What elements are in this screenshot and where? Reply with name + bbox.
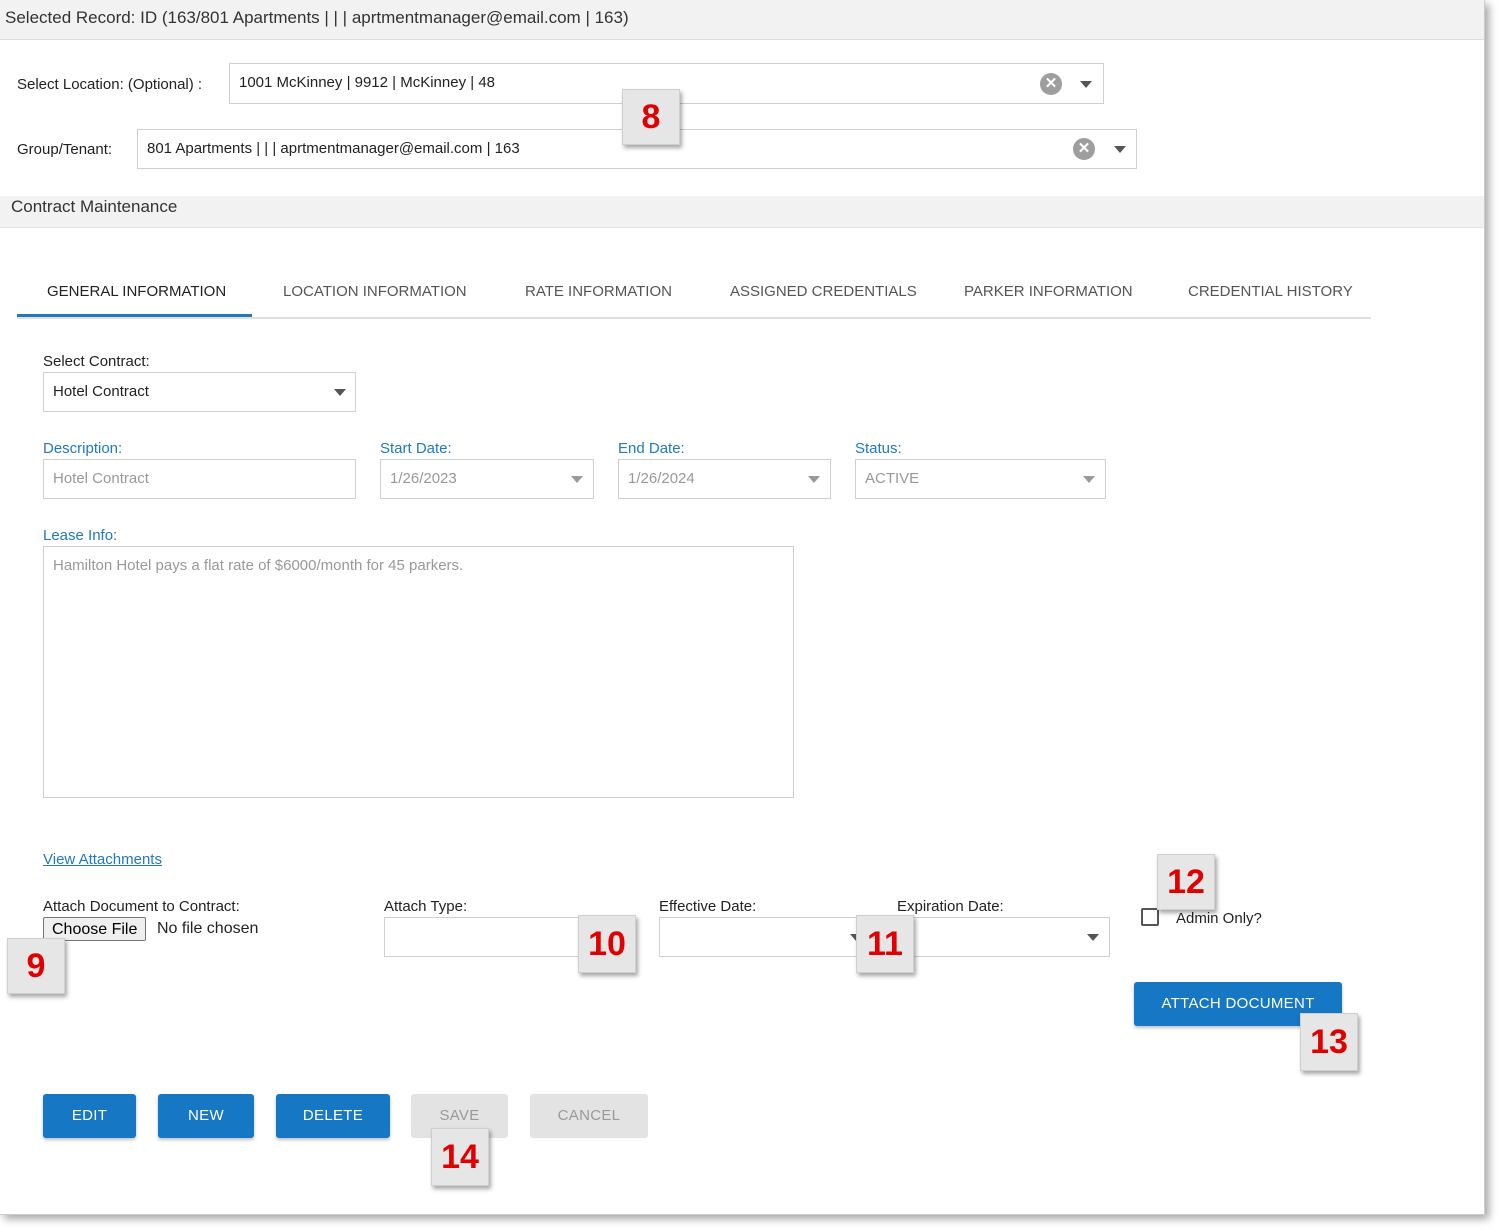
selected-record-bar: Selected Record: ID (163/801 Apartments … <box>0 0 1484 40</box>
expiration-date-label: Expiration Date: <box>897 898 1004 915</box>
group-clear-icon[interactable]: ✕ <box>1073 138 1095 160</box>
location-value: 1001 McKinney | 9912 | McKinney | 48 <box>239 74 496 91</box>
admin-only-checkbox[interactable] <box>1141 908 1159 926</box>
edit-button[interactable]: EDIT <box>43 1094 136 1138</box>
active-tab-indicator <box>17 314 252 317</box>
group-value: 801 Apartments | | | aprtmentmanager@ema… <box>147 140 520 157</box>
no-file-text: No file chosen <box>157 920 259 937</box>
end-date-value: 1/26/2024 <box>628 470 695 487</box>
start-date-value: 1/26/2023 <box>390 470 457 487</box>
callout-badge-9: 9 <box>7 938 65 994</box>
cancel-button[interactable]: CANCEL <box>530 1094 648 1138</box>
group-chevron-down-icon[interactable] <box>1114 146 1126 153</box>
description-label: Description: <box>43 440 123 457</box>
tab-parker-information[interactable]: PARKER INFORMATION <box>964 283 1133 300</box>
lease-label: Lease Info: <box>43 527 118 544</box>
contract-label: Select Contract: <box>43 353 150 370</box>
selected-record-text: Selected Record: ID (163/801 Apartments … <box>5 8 629 27</box>
start-date-field[interactable]: 1/26/2023 <box>380 459 594 499</box>
effective-date-label: Effective Date: <box>659 898 757 915</box>
attach-document-label: Attach Document to Contract: <box>43 898 240 915</box>
contract-chevron-down-icon[interactable] <box>334 389 346 396</box>
location-chevron-down-icon[interactable] <box>1080 81 1092 88</box>
expiration-date-field[interactable] <box>897 917 1110 957</box>
tab-assigned-credentials[interactable]: ASSIGNED CREDENTIALS <box>730 283 917 300</box>
section-title: Contract Maintenance <box>11 197 178 216</box>
contract-select[interactable]: Hotel Contract <box>43 372 356 412</box>
status-label: Status: <box>855 440 902 457</box>
expiration-date-chevron-down-icon[interactable] <box>1087 934 1099 941</box>
status-select[interactable]: ACTIVE <box>855 459 1106 499</box>
tab-general-information[interactable]: GENERAL INFORMATION <box>47 283 226 300</box>
tab-bar: GENERAL INFORMATION LOCATION INFORMATION… <box>17 270 1371 319</box>
group-label: Group/Tenant: <box>17 141 113 158</box>
description-field[interactable]: Hotel Contract <box>43 459 356 499</box>
description-value: Hotel Contract <box>53 470 149 487</box>
callout-badge-12: 12 <box>1157 854 1215 910</box>
attach-type-label: Attach Type: <box>384 898 468 915</box>
location-label: Select Location: (Optional) : <box>17 76 203 93</box>
location-clear-icon[interactable]: ✕ <box>1040 73 1062 95</box>
start-date-chevron-down-icon[interactable] <box>571 476 583 483</box>
status-chevron-down-icon[interactable] <box>1083 476 1095 483</box>
tab-credential-history[interactable]: CREDENTIAL HISTORY <box>1188 283 1353 300</box>
end-date-label: End Date: <box>618 440 685 457</box>
callout-badge-13: 13 <box>1300 1013 1358 1071</box>
status-value: ACTIVE <box>865 470 920 487</box>
effective-date-field[interactable] <box>659 917 873 957</box>
lease-textarea[interactable]: Hamilton Hotel pays a flat rate of $6000… <box>43 546 794 798</box>
tab-rate-information[interactable]: RATE INFORMATION <box>525 283 672 300</box>
contract-value: Hotel Contract <box>53 383 149 400</box>
admin-only-label: Admin Only? <box>1176 910 1262 927</box>
lease-value: Hamilton Hotel pays a flat rate of $6000… <box>53 557 464 574</box>
tab-location-information[interactable]: LOCATION INFORMATION <box>283 283 467 300</box>
callout-badge-10: 10 <box>578 915 636 973</box>
start-date-label: Start Date: <box>380 440 452 457</box>
callout-badge-8: 8 <box>622 89 680 145</box>
app-window: Selected Record: ID (163/801 Apartments … <box>0 0 1485 1215</box>
callout-badge-14: 14 <box>431 1128 489 1186</box>
view-attachments-link[interactable]: View Attachments <box>43 851 162 868</box>
end-date-field[interactable]: 1/26/2024 <box>618 459 831 499</box>
end-date-chevron-down-icon[interactable] <box>808 476 820 483</box>
new-button[interactable]: NEW <box>158 1094 254 1138</box>
callout-badge-11: 11 <box>856 915 914 973</box>
delete-button[interactable]: DELETE <box>276 1094 390 1138</box>
section-header: Contract Maintenance <box>0 196 1484 228</box>
